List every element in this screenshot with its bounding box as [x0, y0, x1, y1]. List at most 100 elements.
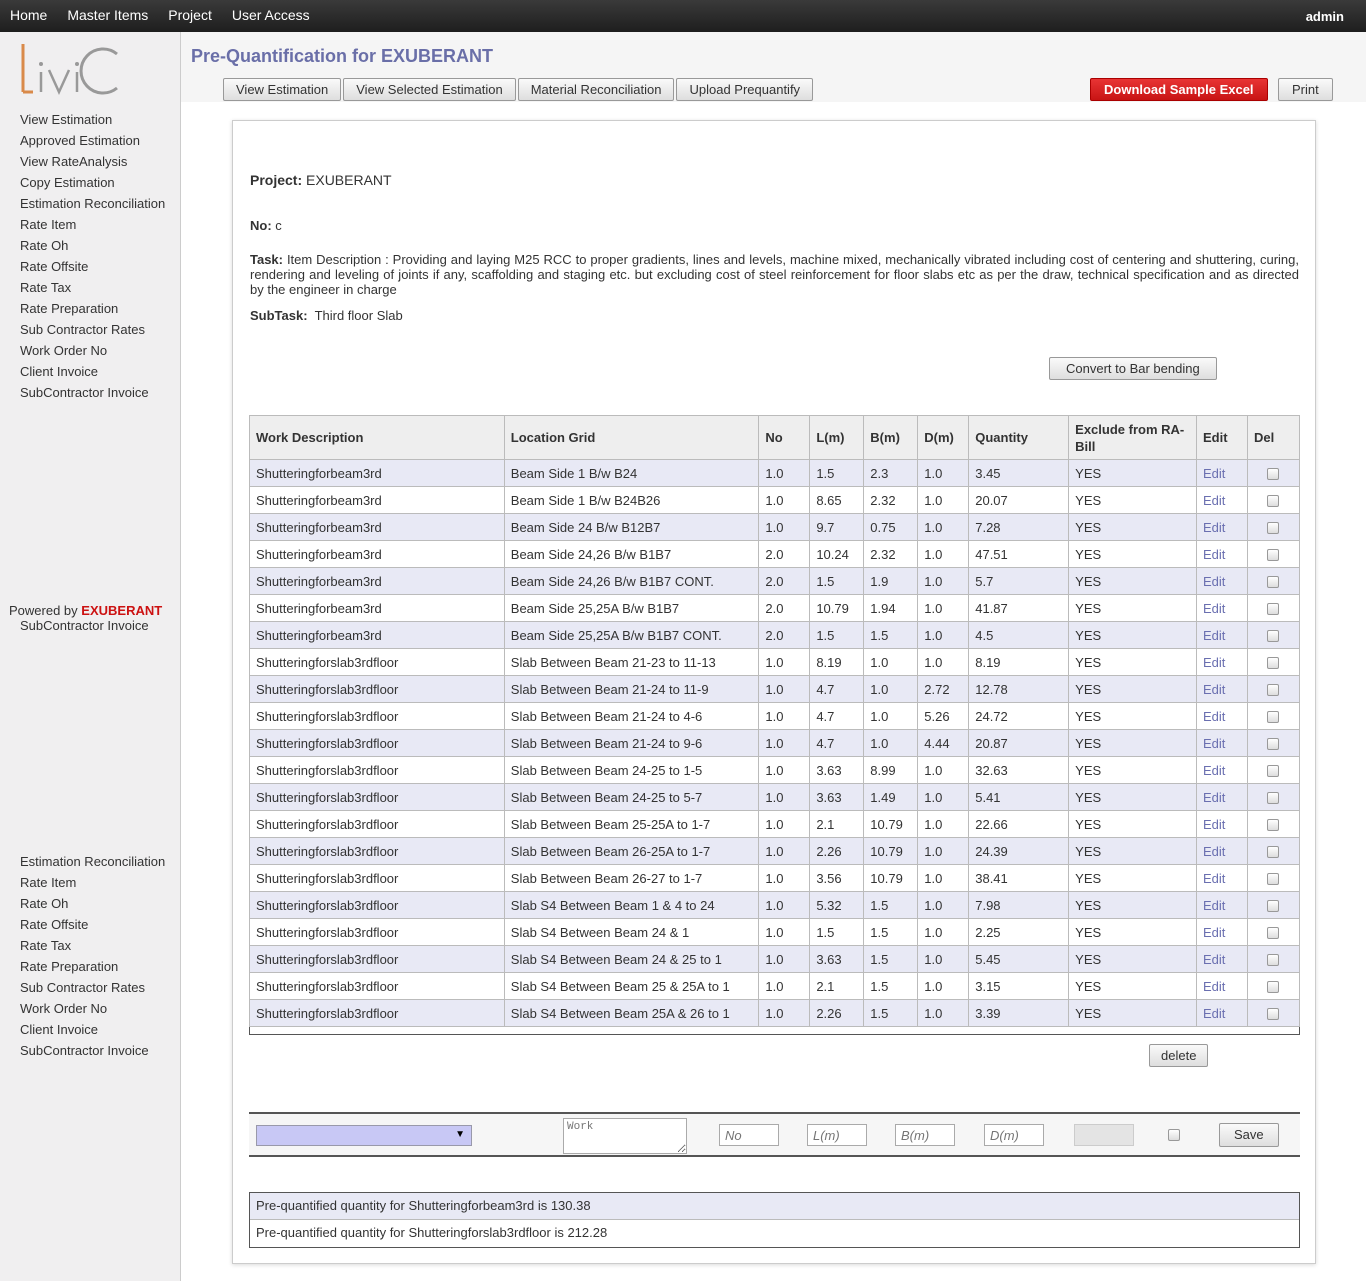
work-description-select[interactable]: ▼ [256, 1125, 472, 1146]
delete-checkbox[interactable] [1267, 495, 1280, 508]
delete-checkbox[interactable] [1267, 765, 1280, 778]
delete-checkbox[interactable] [1267, 900, 1280, 913]
convert-to-bar-bending-button[interactable]: Convert to Bar bending [1049, 357, 1217, 380]
exclude-ra-bill-checkbox[interactable] [1168, 1129, 1180, 1141]
delete-checkbox[interactable] [1267, 819, 1280, 832]
print-button[interactable]: Print [1278, 78, 1333, 101]
table-row: Shutteringforbeam3rd Beam Side 25,25A B/w… [249, 621, 1301, 649]
sidebar-item-estimation-reconciliation[interactable]: Estimation Reconciliation [20, 193, 165, 214]
edit-link[interactable]: Edit [1196, 729, 1248, 757]
edit-link[interactable]: Edit [1196, 459, 1248, 487]
delete-checkbox[interactable] [1267, 684, 1280, 697]
delete-checkbox[interactable] [1267, 792, 1280, 805]
delete-checkbox[interactable] [1267, 846, 1280, 859]
cell-length: 4.7 [809, 702, 865, 730]
sidebar-item-rate-preparation[interactable]: Rate Preparation [20, 298, 165, 319]
delete-checkbox[interactable] [1267, 576, 1280, 589]
sidebar-item-client-invoice[interactable]: Client Invoice [20, 1019, 165, 1040]
sidebar-item-approved-estimation[interactable]: Approved Estimation [20, 130, 165, 151]
edit-link[interactable]: Edit [1196, 567, 1248, 595]
sidebar-item-work-order-no[interactable]: Work Order No [20, 340, 165, 361]
summary-line: Pre-quantified quantity for Shutteringfo… [256, 1225, 608, 1240]
sidebar-item-sub-contractor-rates[interactable]: Sub Contractor Rates [20, 319, 165, 340]
sidebar-item-view-estimation[interactable]: View Estimation [20, 109, 165, 130]
delete-checkbox[interactable] [1267, 468, 1280, 481]
breadth-input[interactable] [895, 1124, 955, 1146]
sidebar-item-work-order-no[interactable]: Work Order No [20, 998, 165, 1019]
no-input[interactable] [719, 1124, 779, 1146]
tab-view-estimation[interactable]: View Estimation [223, 78, 342, 101]
sidebar-item-view-rateanalysis[interactable]: View RateAnalysis [20, 151, 165, 172]
edit-link[interactable]: Edit [1196, 594, 1248, 622]
edit-link[interactable]: Edit [1196, 756, 1248, 784]
sidebar-item-subcontractor-invoice[interactable]: SubContractor Invoice [20, 1040, 165, 1061]
cell-breadth: 1.5 [863, 972, 919, 1000]
delete-checkbox[interactable] [1267, 873, 1280, 886]
cell-exclude-ra-bill: YES [1068, 729, 1198, 757]
sidebar-item-copy-estimation[interactable]: Copy Estimation [20, 172, 165, 193]
edit-link[interactable]: Edit [1196, 945, 1248, 973]
length-input[interactable] [807, 1124, 867, 1146]
delete-checkbox[interactable] [1267, 522, 1280, 535]
sidebar-item-rate-preparation[interactable]: Rate Preparation [20, 956, 165, 977]
depth-input[interactable] [984, 1124, 1044, 1146]
delete-checkbox[interactable] [1267, 657, 1280, 670]
sidebar-item-rate-tax[interactable]: Rate Tax [20, 935, 165, 956]
nav-home[interactable]: Home [0, 0, 57, 32]
cell-exclude-ra-bill: YES [1068, 918, 1198, 946]
delete-button[interactable]: delete [1149, 1044, 1209, 1067]
tab-upload-prequantify[interactable]: Upload Prequantify [676, 78, 814, 101]
cell-quantity: 47.51 [968, 540, 1070, 568]
edit-link[interactable]: Edit [1196, 837, 1248, 865]
edit-link[interactable]: Edit [1196, 999, 1248, 1027]
sidebar-item-subcontractor-invoice-overlap[interactable]: SubContractor Invoice [20, 618, 149, 633]
delete-checkbox[interactable] [1267, 954, 1280, 967]
edit-link[interactable]: Edit [1196, 540, 1248, 568]
sidebar-item-subcontractor-invoice[interactable]: SubContractor Invoice [20, 382, 165, 403]
cell-length: 5.32 [809, 891, 865, 919]
edit-link[interactable]: Edit [1196, 702, 1248, 730]
table-row: Shutteringforbeam3rd Beam Side 24 B/w B12… [249, 513, 1301, 541]
nav-project[interactable]: Project [158, 0, 222, 32]
download-sample-excel-button[interactable]: Download Sample Excel [1090, 78, 1268, 101]
delete-checkbox[interactable] [1267, 981, 1280, 994]
delete-checkbox[interactable] [1267, 1008, 1280, 1021]
edit-link[interactable]: Edit [1196, 891, 1248, 919]
sidebar-item-rate-oh[interactable]: Rate Oh [20, 893, 165, 914]
sidebar-item-client-invoice[interactable]: Client Invoice [20, 361, 165, 382]
cell-length: 2.1 [809, 810, 865, 838]
location-grid-input[interactable] [563, 1118, 687, 1154]
cell-depth: 1.0 [917, 918, 970, 946]
sidebar-item-estimation-reconciliation[interactable]: Estimation Reconciliation [20, 851, 165, 872]
tab-material-reconciliation[interactable]: Material Reconciliation [517, 78, 675, 101]
delete-checkbox[interactable] [1267, 603, 1280, 616]
sidebar-item-rate-offsite[interactable]: Rate Offsite [20, 256, 165, 277]
delete-checkbox[interactable] [1267, 549, 1280, 562]
tab-view-selected-estimation[interactable]: View Selected Estimation [343, 78, 516, 101]
sidebar-item-rate-offsite[interactable]: Rate Offsite [20, 914, 165, 935]
delete-checkbox[interactable] [1267, 927, 1280, 940]
delete-checkbox[interactable] [1267, 630, 1280, 643]
sidebar-item-rate-tax[interactable]: Rate Tax [20, 277, 165, 298]
user-name[interactable]: admin [1306, 0, 1344, 34]
edit-link[interactable]: Edit [1196, 675, 1248, 703]
sidebar-item-rate-item[interactable]: Rate Item [20, 214, 165, 235]
edit-link[interactable]: Edit [1196, 918, 1248, 946]
save-button[interactable]: Save [1219, 1123, 1279, 1147]
edit-link[interactable]: Edit [1196, 864, 1248, 892]
sidebar-item-rate-item[interactable]: Rate Item [20, 872, 165, 893]
sidebar-item-sub-contractor-rates[interactable]: Sub Contractor Rates [20, 977, 165, 998]
edit-link[interactable]: Edit [1196, 486, 1248, 514]
edit-link[interactable]: Edit [1196, 810, 1248, 838]
edit-link[interactable]: Edit [1196, 621, 1248, 649]
delete-checkbox[interactable] [1267, 711, 1280, 724]
nav-user-access[interactable]: User Access [222, 0, 320, 32]
sidebar-item-rate-oh[interactable]: Rate Oh [20, 235, 165, 256]
edit-link[interactable]: Edit [1196, 972, 1248, 1000]
edit-link[interactable]: Edit [1196, 513, 1248, 541]
edit-link[interactable]: Edit [1196, 648, 1248, 676]
delete-checkbox[interactable] [1267, 738, 1280, 751]
nav-master-items[interactable]: Master Items [57, 0, 158, 32]
cell-no: 2.0 [758, 540, 811, 568]
edit-link[interactable]: Edit [1196, 783, 1248, 811]
